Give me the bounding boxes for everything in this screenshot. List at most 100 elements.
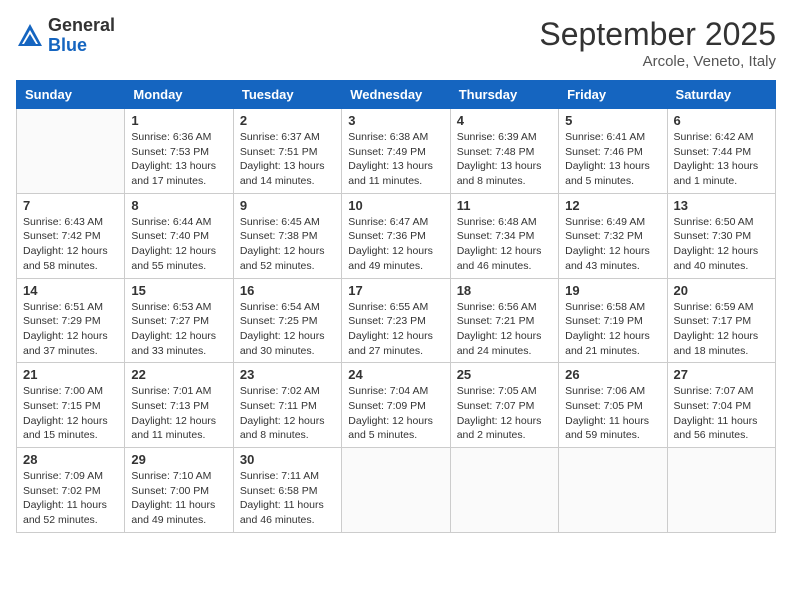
day-number: 19 xyxy=(565,283,660,298)
day-info: Sunrise: 7:11 AM Sunset: 6:58 PM Dayligh… xyxy=(240,469,335,528)
day-cell xyxy=(17,109,125,194)
day-number: 18 xyxy=(457,283,552,298)
day-number: 25 xyxy=(457,367,552,382)
calendar-header-row: SundayMondayTuesdayWednesdayThursdayFrid… xyxy=(17,81,776,109)
day-info: Sunrise: 6:59 AM Sunset: 7:17 PM Dayligh… xyxy=(674,300,769,359)
day-number: 3 xyxy=(348,113,443,128)
day-info: Sunrise: 7:10 AM Sunset: 7:00 PM Dayligh… xyxy=(131,469,226,528)
page-header: General Blue September 2025 Arcole, Vene… xyxy=(16,16,776,70)
day-cell: 14 Sunrise: 6:51 AM Sunset: 7:29 PM Dayli… xyxy=(17,278,125,363)
day-cell: 20 Sunrise: 6:59 AM Sunset: 7:17 PM Dayli… xyxy=(667,278,775,363)
day-cell: 12 Sunrise: 6:49 AM Sunset: 7:32 PM Dayli… xyxy=(559,193,667,278)
day-info: Sunrise: 7:06 AM Sunset: 7:05 PM Dayligh… xyxy=(565,384,660,443)
week-row-3: 14 Sunrise: 6:51 AM Sunset: 7:29 PM Dayli… xyxy=(17,278,776,363)
day-info: Sunrise: 6:49 AM Sunset: 7:32 PM Dayligh… xyxy=(565,215,660,274)
header-sunday: Sunday xyxy=(17,81,125,109)
day-cell: 6Sunrise: 6:42 AM Sunset: 7:44 PM Daylig… xyxy=(667,109,775,194)
day-info: Sunrise: 6:51 AM Sunset: 7:29 PM Dayligh… xyxy=(23,300,118,359)
month-title: September 2025 xyxy=(539,16,776,53)
day-cell: 8 Sunrise: 6:44 AM Sunset: 7:40 PM Daylig… xyxy=(125,193,233,278)
day-cell: 10Sunrise: 6:47 AM Sunset: 7:36 PM Dayli… xyxy=(342,193,450,278)
day-number: 6 xyxy=(674,113,769,128)
day-number: 15 xyxy=(131,283,226,298)
day-info: Sunrise: 7:02 AM Sunset: 7:11 PM Dayligh… xyxy=(240,384,335,443)
day-info: Sunrise: 6:43 AM Sunset: 7:42 PM Dayligh… xyxy=(23,215,118,274)
day-cell: 29 Sunrise: 7:10 AM Sunset: 7:00 PM Dayli… xyxy=(125,448,233,533)
day-cell: 30 Sunrise: 7:11 AM Sunset: 6:58 PM Dayli… xyxy=(233,448,341,533)
day-number: 13 xyxy=(674,198,769,213)
day-cell: 23Sunrise: 7:02 AM Sunset: 7:11 PM Dayli… xyxy=(233,363,341,448)
day-number: 20 xyxy=(674,283,769,298)
day-cell: 19 Sunrise: 6:58 AM Sunset: 7:19 PM Dayli… xyxy=(559,278,667,363)
logo-text: General Blue xyxy=(48,16,115,56)
day-cell: 15 Sunrise: 6:53 AM Sunset: 7:27 PM Dayli… xyxy=(125,278,233,363)
day-cell: 22 Sunrise: 7:01 AM Sunset: 7:13 PM Dayli… xyxy=(125,363,233,448)
day-cell xyxy=(342,448,450,533)
day-info: Sunrise: 7:04 AM Sunset: 7:09 PM Dayligh… xyxy=(348,384,443,443)
day-cell: 17 Sunrise: 6:55 AM Sunset: 7:23 PM Dayli… xyxy=(342,278,450,363)
day-info: Sunrise: 6:41 AM Sunset: 7:46 PM Dayligh… xyxy=(565,130,660,189)
day-number: 29 xyxy=(131,452,226,467)
day-number: 22 xyxy=(131,367,226,382)
day-info: Sunrise: 7:01 AM Sunset: 7:13 PM Dayligh… xyxy=(131,384,226,443)
day-cell: 25Sunrise: 7:05 AM Sunset: 7:07 PM Dayli… xyxy=(450,363,558,448)
day-cell xyxy=(667,448,775,533)
day-number: 21 xyxy=(23,367,118,382)
day-cell: 4Sunrise: 6:39 AM Sunset: 7:48 PM Daylig… xyxy=(450,109,558,194)
logo-general: General xyxy=(48,16,115,36)
week-row-1: 1Sunrise: 6:36 AM Sunset: 7:53 PM Daylig… xyxy=(17,109,776,194)
day-number: 4 xyxy=(457,113,552,128)
day-number: 28 xyxy=(23,452,118,467)
day-cell xyxy=(450,448,558,533)
logo-blue: Blue xyxy=(48,36,115,56)
day-info: Sunrise: 7:09 AM Sunset: 7:02 PM Dayligh… xyxy=(23,469,118,528)
day-number: 10 xyxy=(348,198,443,213)
day-cell: 28 Sunrise: 7:09 AM Sunset: 7:02 PM Dayli… xyxy=(17,448,125,533)
header-thursday: Thursday xyxy=(450,81,558,109)
day-cell: 7 Sunrise: 6:43 AM Sunset: 7:42 PM Daylig… xyxy=(17,193,125,278)
day-number: 5 xyxy=(565,113,660,128)
day-info: Sunrise: 6:54 AM Sunset: 7:25 PM Dayligh… xyxy=(240,300,335,359)
day-number: 17 xyxy=(348,283,443,298)
header-saturday: Saturday xyxy=(667,81,775,109)
day-info: Sunrise: 6:45 AM Sunset: 7:38 PM Dayligh… xyxy=(240,215,335,274)
day-number: 11 xyxy=(457,198,552,213)
header-friday: Friday xyxy=(559,81,667,109)
day-cell xyxy=(559,448,667,533)
day-cell: 5 Sunrise: 6:41 AM Sunset: 7:46 PM Daylig… xyxy=(559,109,667,194)
day-info: Sunrise: 6:55 AM Sunset: 7:23 PM Dayligh… xyxy=(348,300,443,359)
week-row-4: 21 Sunrise: 7:00 AM Sunset: 7:15 PM Dayli… xyxy=(17,363,776,448)
day-info: Sunrise: 6:44 AM Sunset: 7:40 PM Dayligh… xyxy=(131,215,226,274)
day-cell: 24 Sunrise: 7:04 AM Sunset: 7:09 PM Dayli… xyxy=(342,363,450,448)
header-monday: Monday xyxy=(125,81,233,109)
day-info: Sunrise: 6:53 AM Sunset: 7:27 PM Dayligh… xyxy=(131,300,226,359)
day-info: Sunrise: 7:00 AM Sunset: 7:15 PM Dayligh… xyxy=(23,384,118,443)
day-cell: 13 Sunrise: 6:50 AM Sunset: 7:30 PM Dayli… xyxy=(667,193,775,278)
day-cell: 1Sunrise: 6:36 AM Sunset: 7:53 PM Daylig… xyxy=(125,109,233,194)
day-cell: 18 Sunrise: 6:56 AM Sunset: 7:21 PM Dayli… xyxy=(450,278,558,363)
day-number: 1 xyxy=(131,113,226,128)
day-number: 2 xyxy=(240,113,335,128)
day-cell: 11Sunrise: 6:48 AM Sunset: 7:34 PM Dayli… xyxy=(450,193,558,278)
day-number: 30 xyxy=(240,452,335,467)
title-block: September 2025 Arcole, Veneto, Italy xyxy=(539,16,776,70)
week-row-5: 28 Sunrise: 7:09 AM Sunset: 7:02 PM Dayli… xyxy=(17,448,776,533)
day-number: 24 xyxy=(348,367,443,382)
day-info: Sunrise: 6:50 AM Sunset: 7:30 PM Dayligh… xyxy=(674,215,769,274)
header-wednesday: Wednesday xyxy=(342,81,450,109)
day-number: 14 xyxy=(23,283,118,298)
day-cell: 27Sunrise: 7:07 AM Sunset: 7:04 PM Dayli… xyxy=(667,363,775,448)
day-info: Sunrise: 6:56 AM Sunset: 7:21 PM Dayligh… xyxy=(457,300,552,359)
day-cell: 3 Sunrise: 6:38 AM Sunset: 7:49 PM Daylig… xyxy=(342,109,450,194)
logo: General Blue xyxy=(16,16,115,56)
day-number: 7 xyxy=(23,198,118,213)
day-cell: 9Sunrise: 6:45 AM Sunset: 7:38 PM Daylig… xyxy=(233,193,341,278)
day-cell: 26Sunrise: 7:06 AM Sunset: 7:05 PM Dayli… xyxy=(559,363,667,448)
day-number: 12 xyxy=(565,198,660,213)
week-row-2: 7 Sunrise: 6:43 AM Sunset: 7:42 PM Daylig… xyxy=(17,193,776,278)
day-info: Sunrise: 6:38 AM Sunset: 7:49 PM Dayligh… xyxy=(348,130,443,189)
day-number: 16 xyxy=(240,283,335,298)
day-number: 8 xyxy=(131,198,226,213)
day-info: Sunrise: 6:58 AM Sunset: 7:19 PM Dayligh… xyxy=(565,300,660,359)
location-subtitle: Arcole, Veneto, Italy xyxy=(539,53,776,70)
